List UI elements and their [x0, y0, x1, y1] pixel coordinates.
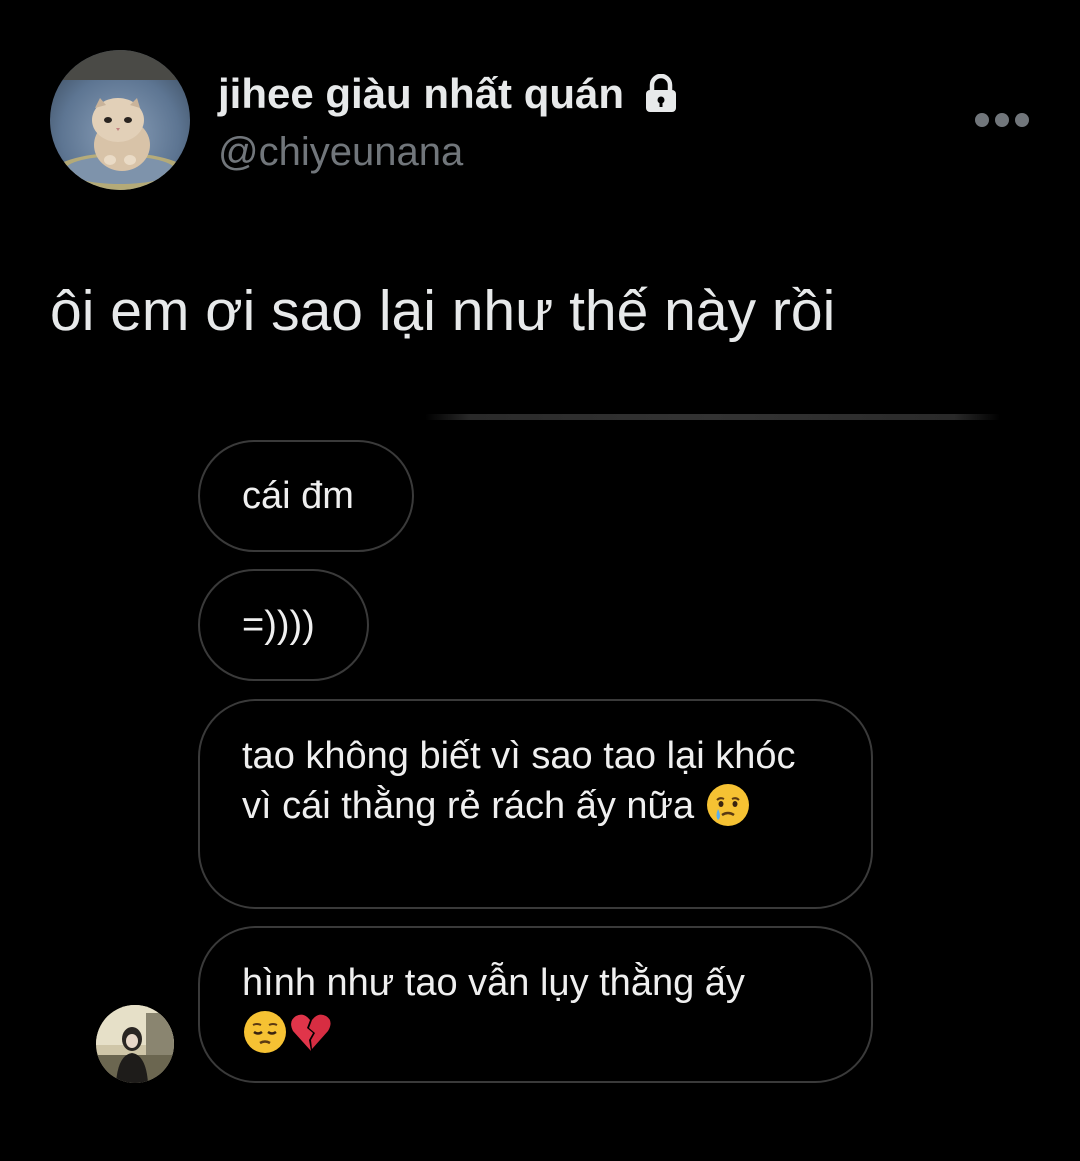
pensive-face-emoji — [244, 1011, 286, 1053]
message-bubble: =)))) — [198, 569, 369, 681]
message-text: cái đm — [242, 475, 354, 517]
image-top-edge — [425, 414, 1000, 420]
lock-icon — [646, 74, 677, 112]
crying-face-emoji — [706, 784, 749, 826]
message-bubble: hình như tao vẫn lụy thằng ấy — [198, 926, 873, 1083]
tweet-text: ôi em ơi sao lại như thế này rồi — [50, 279, 836, 343]
message-text-wrapper: tao không biết vì sao tao lại khóc vì cá… — [242, 731, 802, 831]
message-text: =)))) — [242, 604, 315, 646]
display-name-row: jihee giàu nhất quán — [218, 70, 678, 118]
profile-avatar[interactable] — [50, 50, 190, 190]
message-bubble: cái đm — [198, 440, 414, 552]
message-text: hình như tao vẫn lụy thằng ấy — [242, 962, 745, 1004]
cat-avatar-image — [50, 50, 190, 190]
sender-avatar-image — [96, 1005, 174, 1083]
broken-heart-emoji — [291, 1014, 331, 1051]
more-options-icon[interactable] — [972, 108, 1032, 132]
display-name: jihee giàu nhất quán — [218, 70, 625, 117]
message-text-wrapper: hình như tao vẫn lụy thằng ấy — [242, 958, 802, 1058]
sender-avatar[interactable] — [96, 1005, 174, 1083]
message-bubble: tao không biết vì sao tao lại khóc vì cá… — [198, 699, 873, 909]
user-handle[interactable]: @chiyeunana — [218, 130, 463, 175]
